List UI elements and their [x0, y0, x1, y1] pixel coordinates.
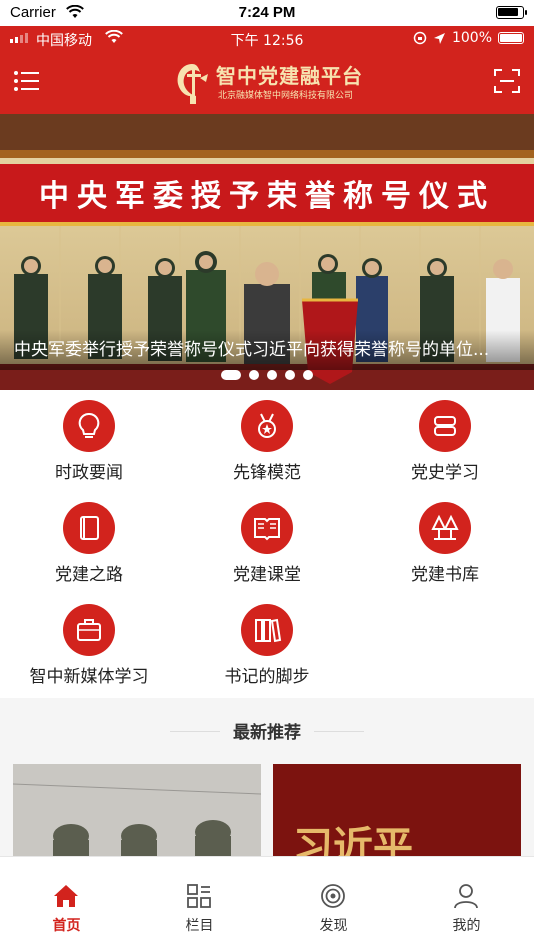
scroll-icon	[434, 416, 456, 436]
soldiers-photo	[13, 764, 261, 858]
app-title: 智中党建融平台	[216, 64, 363, 88]
medal-icon	[258, 413, 276, 438]
carousel-dot[interactable]	[303, 370, 313, 380]
tab-mine[interactable]: 我的	[400, 857, 533, 950]
bottom-tab-bar: 首页 栏目 发现 我的	[0, 856, 534, 950]
book-icon	[80, 516, 99, 540]
grid-item-label: 智中新媒体学习	[29, 667, 149, 687]
app-status-bar: 中国移动 下午 12:56 100%	[0, 26, 534, 52]
grid-item-history[interactable]: 党史学习	[356, 392, 534, 494]
battery-icon	[496, 6, 527, 19]
tab-home[interactable]: 首页	[0, 857, 133, 950]
app-screen: Carrier 7:24 PM 中国移动 下午 12:56 100% 智中党建融…	[0, 0, 534, 950]
battery-percent: 100%	[451, 30, 492, 46]
lightbulb-icon	[78, 412, 100, 438]
recommend-card[interactable]: 习近平	[273, 764, 521, 858]
party-emblem-logo	[177, 64, 208, 104]
device-status-bar: Carrier 7:24 PM	[0, 0, 534, 26]
tab-label: 发现	[319, 918, 348, 934]
grid-item-label: 党建之路	[55, 565, 123, 585]
grid-item-library[interactable]: 党建书库	[356, 494, 534, 596]
grid-item-label: 书记的脚步	[224, 667, 310, 687]
battery-icon	[498, 32, 524, 44]
recommend-card[interactable]	[13, 764, 261, 858]
section-title: 最新推荐	[233, 723, 301, 743]
grid-item-footsteps[interactable]: 书记的脚步	[178, 596, 356, 698]
feature-grid: 时政要闻 先锋模范 党史学习 党建之路 党建课堂 党建书库 智中新媒体学习 书记…	[0, 392, 534, 698]
tab-columns[interactable]: 栏目	[133, 857, 266, 950]
card-text: 习近平	[293, 823, 413, 858]
grid-item-news[interactable]: 时政要闻	[0, 392, 178, 494]
grid-item-models[interactable]: 先锋模范	[178, 392, 356, 494]
grid-item-label: 时政要闻	[55, 463, 123, 483]
target-icon	[321, 884, 345, 908]
orientation-lock-icon	[413, 31, 427, 45]
grid-item-label: 先锋模范	[233, 463, 301, 483]
carousel-dots[interactable]	[0, 370, 534, 380]
grid-item-classroom[interactable]: 党建课堂	[178, 494, 356, 596]
briefcase-icon	[77, 619, 101, 641]
grid-item-road[interactable]: 党建之路	[0, 494, 178, 596]
location-icon	[433, 32, 445, 44]
tab-label: 我的	[452, 918, 481, 934]
carousel-dot[interactable]	[285, 370, 295, 380]
app-subtitle: 北京融媒体智中网络科技有限公司	[218, 91, 354, 101]
grid-item-label: 党建课堂	[233, 565, 301, 585]
banner-sign-text: 中央军委授予荣誉称号仪式	[39, 179, 495, 214]
hero-carousel[interactable]: 中央军委授予荣誉称号仪式 中央军委举行授予荣誉称号仪式习近平向获得荣誉称号的单位…	[0, 114, 534, 390]
trees-icon	[431, 514, 459, 540]
grid-item-label: 党史学习	[411, 463, 479, 483]
books-icon	[255, 618, 282, 643]
grid-icon	[187, 884, 211, 908]
grid-item-label: 党建书库	[411, 565, 479, 585]
home-icon	[54, 885, 78, 907]
open-book-icon	[254, 518, 280, 541]
calligraphy-photo: 习近平	[273, 764, 521, 858]
user-icon	[454, 884, 478, 909]
carousel-dot[interactable]	[249, 370, 259, 380]
menu-icon[interactable]	[12, 66, 42, 96]
scan-icon[interactable]	[492, 66, 522, 96]
banner-caption: 中央军委举行授予荣誉称号仪式习近平向获得荣誉称号的单位...	[0, 330, 534, 370]
recommend-section: 最新推荐 习近平	[0, 698, 534, 858]
brand: 智中党建融平台 北京融媒体智中网络科技有限公司	[172, 60, 372, 106]
carousel-dot[interactable]	[221, 370, 241, 380]
carousel-dot[interactable]	[267, 370, 277, 380]
top-nav: 智中党建融平台 北京融媒体智中网络科技有限公司	[0, 54, 534, 112]
device-time: 7:24 PM	[238, 4, 296, 21]
tab-discover[interactable]: 发现	[267, 857, 400, 950]
tab-label: 首页	[52, 918, 81, 934]
app-header: 中国移动 下午 12:56 100% 智中党建融平台 北京融媒体智中网络科技有限…	[0, 26, 534, 114]
tab-label: 栏目	[185, 918, 214, 934]
grid-item-media-study[interactable]: 智中新媒体学习	[0, 596, 178, 698]
status-right: 100%	[413, 30, 524, 46]
divider	[314, 731, 364, 732]
